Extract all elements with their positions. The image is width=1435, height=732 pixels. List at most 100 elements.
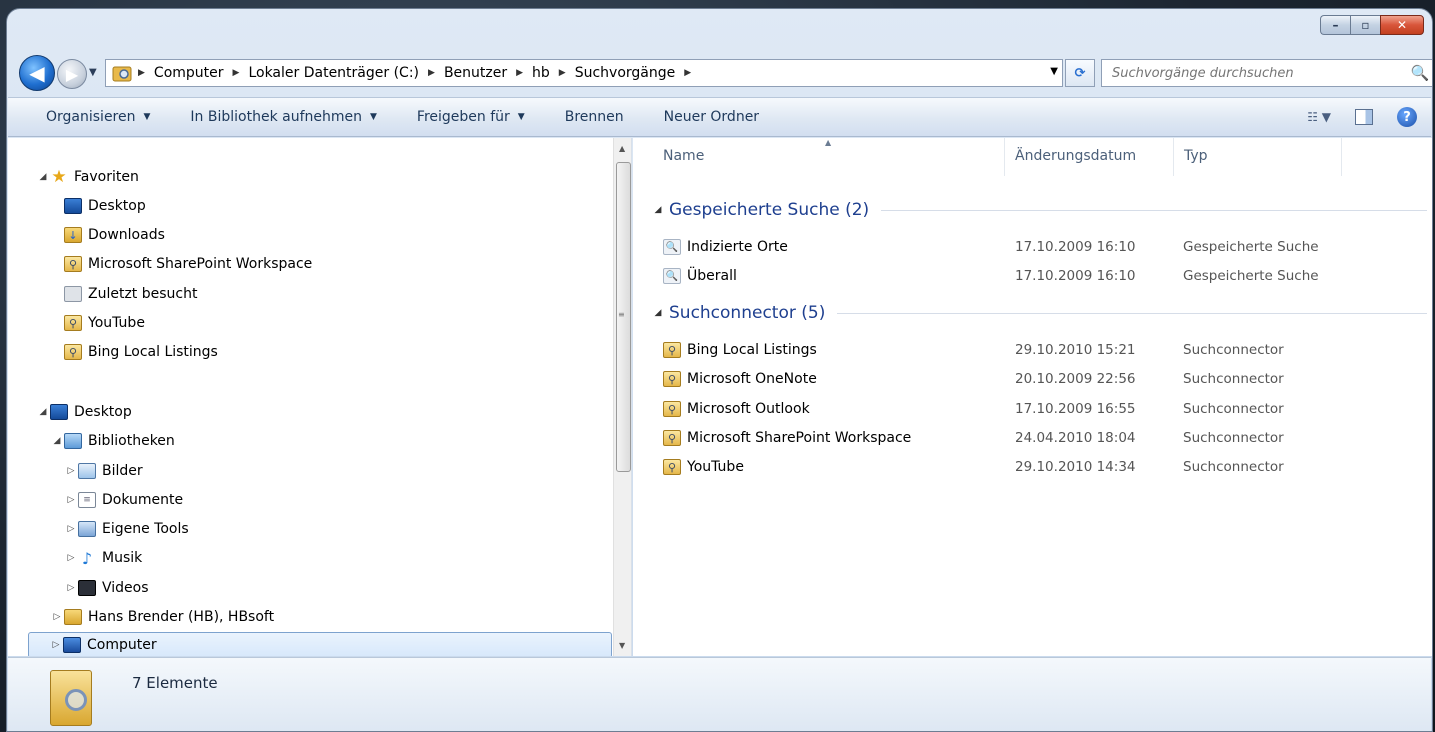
star-icon: ★ <box>51 167 67 187</box>
collapsed-icon[interactable]: ▷ <box>64 583 78 593</box>
new-folder-button[interactable]: Neuer Ordner <box>644 109 779 125</box>
breadcrumb-separator[interactable]: ▶ <box>227 68 246 78</box>
row-type: Suchconnector <box>1183 459 1284 475</box>
breadcrumb-separator[interactable]: ▶ <box>553 68 572 78</box>
column-divider[interactable] <box>1173 138 1174 176</box>
organize-button[interactable]: Organisieren ▼ <box>8 109 170 125</box>
row-type: Suchconnector <box>1183 430 1284 446</box>
table-row[interactable]: 🔍 Überall 17.10.2009 16:10 Gespeicherte … <box>663 262 1432 290</box>
expanded-icon[interactable]: ◢ <box>651 205 665 215</box>
table-row[interactable]: 🔍 Indizierte Orte 17.10.2009 16:10 Gespe… <box>663 233 1432 261</box>
tree-fav-youtube[interactable]: ⚲ YouTube <box>64 310 145 336</box>
forward-button[interactable]: ▶ <box>57 59 87 89</box>
collapsed-icon[interactable]: ▷ <box>50 612 64 622</box>
address-bar[interactable]: ▶ Computer ▶ Lokaler Datenträger (C:) ▶ … <box>105 59 1063 87</box>
address-dropdown-icon[interactable]: ▼ <box>1050 66 1058 77</box>
include-library-button[interactable]: In Bibliothek aufnehmen ▼ <box>170 109 397 125</box>
share-with-button[interactable]: Freigeben für ▼ <box>397 109 545 125</box>
group-title: Suchconnector (5) <box>669 303 826 323</box>
close-button[interactable]: ✕ <box>1380 15 1424 35</box>
column-divider[interactable] <box>1341 138 1342 176</box>
navigation-pane: ◢ ★ Favoriten Desktop ↓ Downloads ⚲ Micr… <box>8 138 632 656</box>
search-box[interactable]: 🔍 <box>1101 59 1432 87</box>
maximize-button[interactable]: ▫ <box>1350 15 1380 35</box>
chevron-down-icon: ▼ <box>370 112 377 122</box>
scroll-down-icon[interactable]: ▼ <box>619 641 625 650</box>
tree-tools[interactable]: ▷ Eigene Tools <box>64 516 189 542</box>
desktop-icon <box>50 404 68 420</box>
row-type: Suchconnector <box>1183 342 1284 358</box>
tree-music[interactable]: ▷ ♪ Musik <box>64 545 143 571</box>
collapsed-icon[interactable]: ▷ <box>64 466 78 476</box>
search-connector-icon: ⚲ <box>64 315 82 331</box>
breadcrumb-separator[interactable]: ▶ <box>132 68 151 78</box>
burn-button[interactable]: Brennen <box>545 109 644 125</box>
expanded-icon[interactable]: ◢ <box>36 172 50 182</box>
tree-fav-recent[interactable]: Zuletzt besucht <box>64 281 197 307</box>
row-type: Gespeicherte Suche <box>1183 239 1319 255</box>
expanded-icon[interactable]: ◢ <box>36 407 50 417</box>
tree-user[interactable]: ▷ Hans Brender (HB), HBsoft <box>50 604 274 630</box>
tree-fav-sharepoint[interactable]: ⚲ Microsoft SharePoint Workspace <box>64 251 312 277</box>
tree-label: Desktop <box>74 404 132 420</box>
table-row[interactable]: ⚲ Microsoft Outlook 17.10.2009 16:55 Suc… <box>663 395 1432 423</box>
search-connector-icon: ⚲ <box>663 401 681 417</box>
tree-libraries[interactable]: ◢ Bibliotheken <box>50 428 175 454</box>
column-header-modified[interactable]: Änderungsdatum <box>1015 148 1136 164</box>
breadcrumb-computer[interactable]: Computer <box>151 65 227 81</box>
tree-fav-bing[interactable]: ⚲ Bing Local Listings <box>64 339 218 365</box>
scroll-up-icon[interactable]: ▲ <box>619 144 625 153</box>
breadcrumb-users[interactable]: Benutzer <box>441 65 510 81</box>
expanded-icon[interactable]: ◢ <box>50 436 64 446</box>
group-title: Gespeicherte Suche (2) <box>669 200 870 220</box>
table-row[interactable]: ⚲ YouTube 29.10.2010 14:34 Suchconnector <box>663 453 1432 481</box>
row-name-cell: ⚲ Microsoft OneNote <box>663 371 817 387</box>
column-header-type[interactable]: Typ <box>1184 148 1208 164</box>
breadcrumb-separator[interactable]: ▶ <box>510 68 529 78</box>
breadcrumb-hb[interactable]: hb <box>529 65 553 81</box>
share-with-label: Freigeben für <box>416 109 510 125</box>
tree-label: Dokumente <box>102 492 184 508</box>
collapsed-icon[interactable]: ▷ <box>64 524 78 534</box>
help-icon[interactable]: ? <box>1397 107 1417 127</box>
tree-videos[interactable]: ▷ Videos <box>64 575 149 601</box>
breadcrumb-separator[interactable]: ▶ <box>422 68 441 78</box>
breadcrumb-separator[interactable]: ▶ <box>678 68 697 78</box>
collapsed-icon[interactable]: ▷ <box>64 553 78 563</box>
row-date: 17.10.2009 16:10 <box>1015 239 1136 255</box>
tree-documents[interactable]: ▷ ≡ Dokumente <box>64 487 183 513</box>
collapsed-icon[interactable]: ▷ <box>64 495 78 505</box>
expanded-icon[interactable]: ◢ <box>651 308 665 318</box>
minimize-button[interactable]: – <box>1320 15 1350 35</box>
change-view-icon[interactable]: ☷ ▼ <box>1307 110 1331 124</box>
back-button[interactable]: ◀ <box>19 55 55 91</box>
tree-fav-desktop[interactable]: Desktop <box>64 193 146 219</box>
tree-pictures[interactable]: ▷ Bilder <box>64 458 143 484</box>
column-divider[interactable] <box>1004 138 1005 176</box>
tree-fav-downloads[interactable]: ↓ Downloads <box>64 222 165 248</box>
breadcrumb-searches[interactable]: Suchvorgänge <box>572 65 679 81</box>
search-icon[interactable]: 🔍 <box>1406 64 1432 82</box>
refresh-button[interactable]: ⟳ <box>1065 59 1095 87</box>
navigation-scrollbar[interactable]: ▲ ≡ ▼ <box>613 138 631 656</box>
tree-desktop[interactable]: ◢ Desktop <box>36 399 132 425</box>
tree-computer[interactable]: ▷ Computer <box>28 632 612 656</box>
burn-label: Brennen <box>564 109 624 125</box>
user-folder-icon <box>64 609 82 625</box>
tree-favorites[interactable]: ◢ ★ Favoriten <box>36 164 139 190</box>
tree-label: Eigene Tools <box>102 521 189 537</box>
history-dropdown-icon[interactable]: ▼ <box>89 67 97 78</box>
table-row[interactable]: ⚲ Microsoft SharePoint Workspace 24.04.2… <box>663 424 1432 452</box>
tree-label: Videos <box>102 580 149 596</box>
preview-pane-icon[interactable] <box>1355 109 1373 125</box>
search-input[interactable] <box>1102 65 1406 81</box>
group-saved-searches[interactable]: ◢ Gespeicherte Suche (2) <box>651 196 1427 224</box>
table-row[interactable]: ⚲ Bing Local Listings 29.10.2010 15:21 S… <box>663 336 1432 364</box>
table-row[interactable]: ⚲ Microsoft OneNote 20.10.2009 22:56 Suc… <box>663 365 1432 393</box>
collapsed-icon[interactable]: ▷ <box>49 640 63 650</box>
breadcrumb-local-disk[interactable]: Lokaler Datenträger (C:) <box>245 65 422 81</box>
documents-icon: ≡ <box>78 492 96 508</box>
column-header-name[interactable]: Name <box>663 148 704 164</box>
group-search-connectors[interactable]: ◢ Suchconnector (5) <box>651 299 1427 327</box>
tree-label: Computer <box>87 637 157 653</box>
